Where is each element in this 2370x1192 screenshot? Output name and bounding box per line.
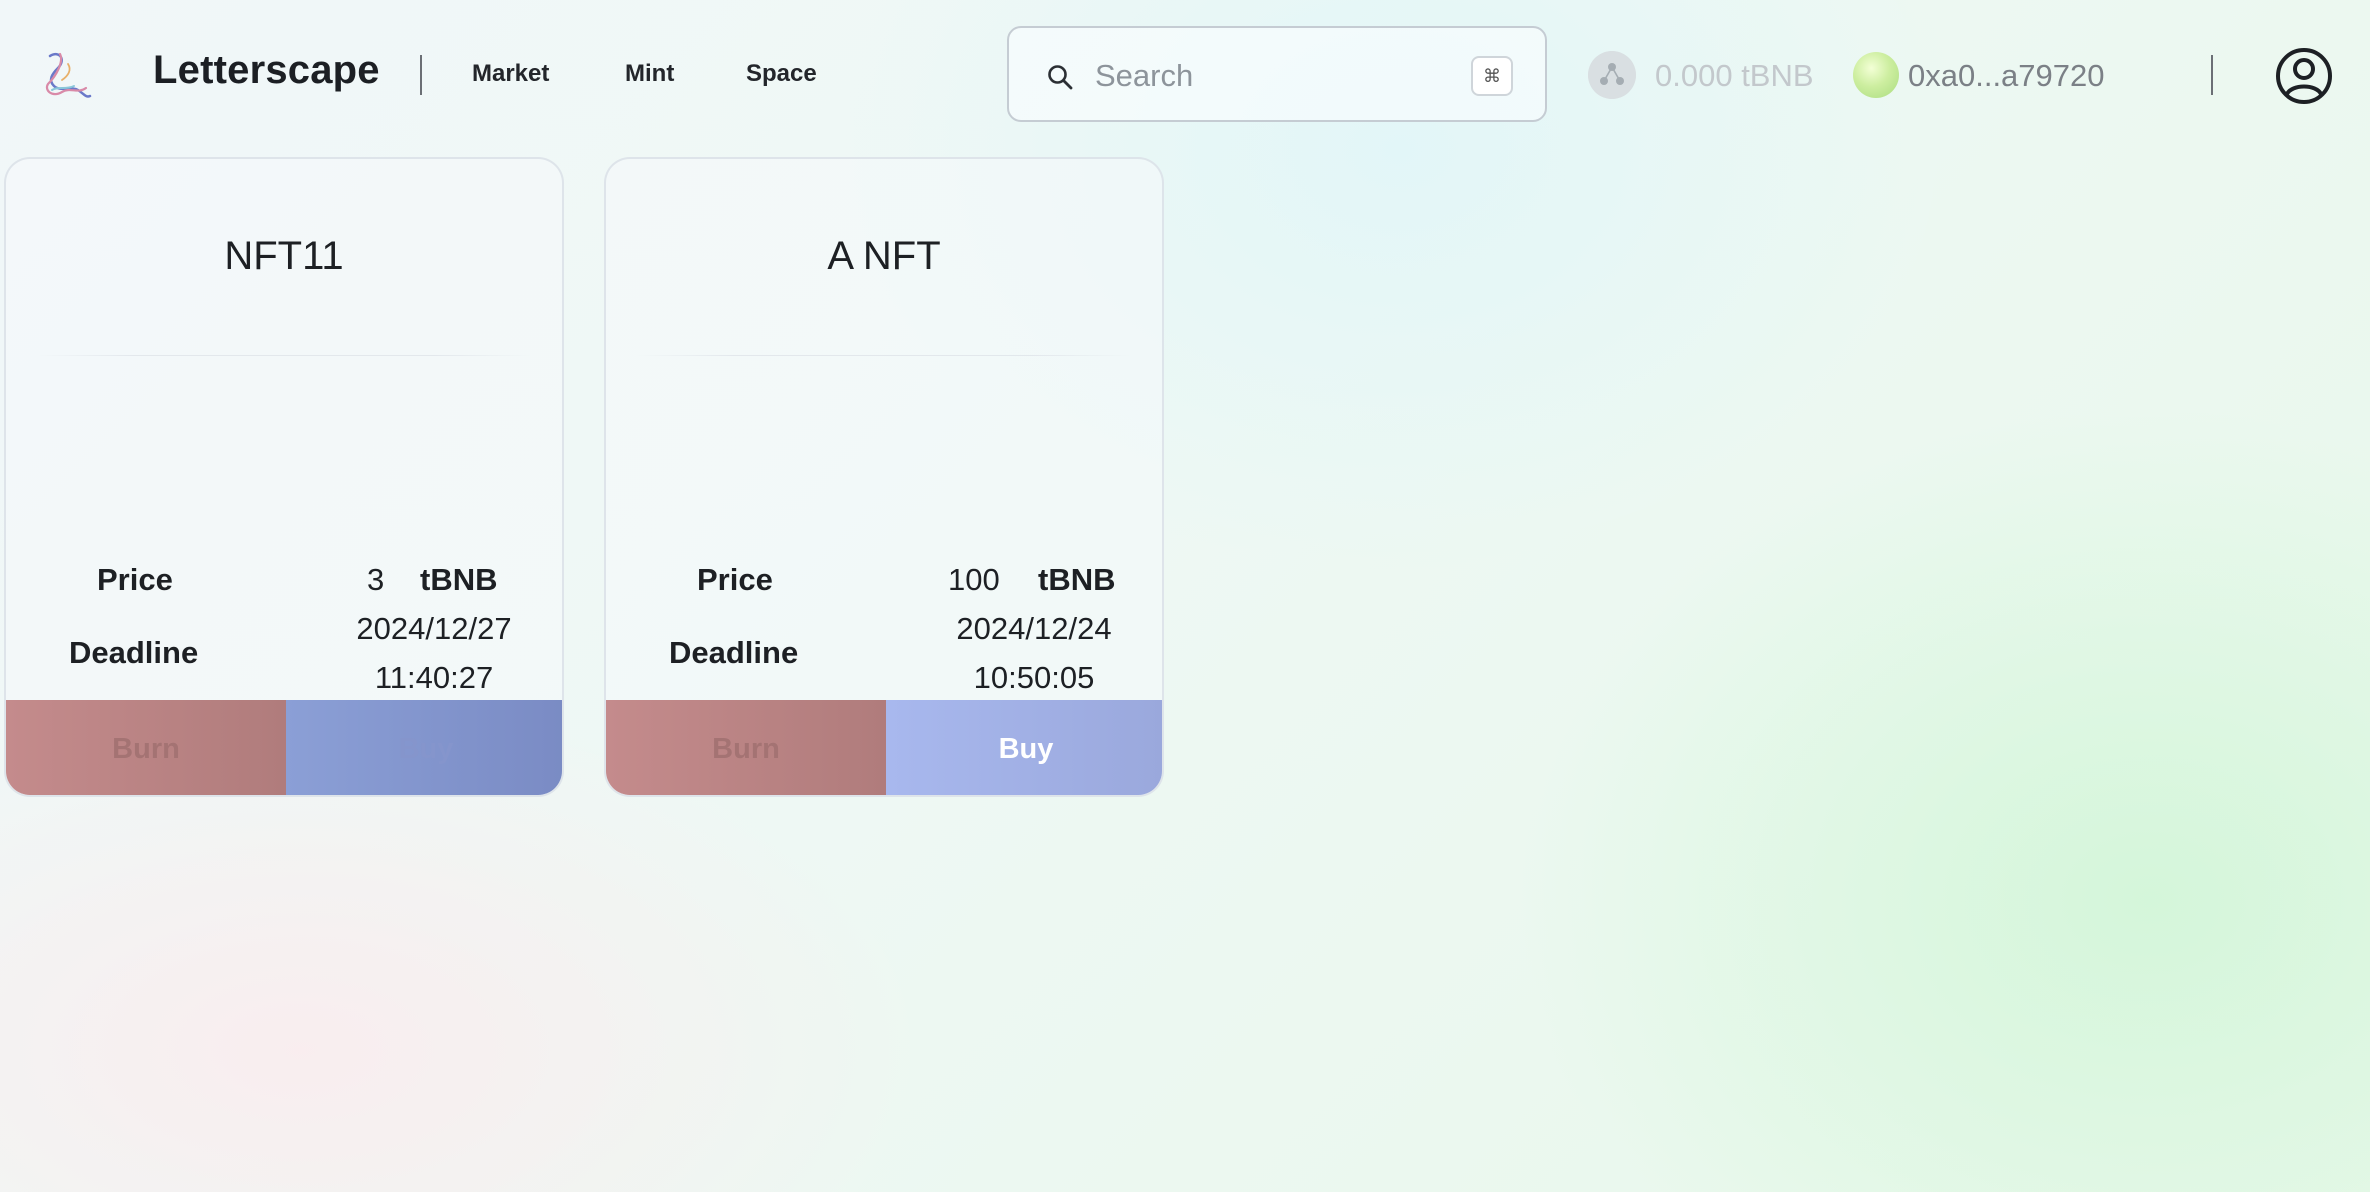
search-icon — [1048, 65, 1073, 90]
brand-divider — [420, 55, 422, 95]
burn-button[interactable]: Burn — [606, 700, 886, 795]
wallet-avatar[interactable] — [1853, 52, 1899, 98]
nft-card: A NFT Price 100 tBNB Deadline 2024/12/24… — [604, 157, 1164, 797]
price-unit: tBNB — [1038, 562, 1116, 597]
wallet-address[interactable]: 0xa0...a79720 — [1908, 58, 2105, 94]
command-shortcut-badge: ⌘ — [1471, 56, 1513, 96]
burn-button[interactable]: Burn — [6, 700, 286, 795]
price-value: 3 — [367, 562, 385, 597]
deadline-date: 2024/12/24 — [956, 611, 1112, 646]
deadline-time: 11:40:27 — [374, 660, 494, 695]
buy-button[interactable]: Buy — [886, 700, 1162, 795]
user-profile-icon[interactable] — [2274, 46, 2334, 106]
search-input[interactable] — [1093, 52, 1457, 100]
nft-card: NFT11 Price 3 tBNB Deadline 2024/12/27 1… — [4, 157, 564, 797]
header-divider — [2211, 55, 2213, 95]
token-balance: 0.000 tBNB — [1655, 58, 1814, 93]
deadline-date: 2024/12/27 — [356, 611, 512, 646]
search-box[interactable]: ⌘ — [1007, 26, 1547, 122]
top-navbar: Letterscape Market Mint Space ⌘ 0.000 tB… — [0, 0, 2370, 150]
nav-mint[interactable]: Mint — [625, 60, 674, 88]
nft-title: NFT11 — [224, 234, 344, 278]
buy-button[interactable]: Buy — [286, 700, 562, 795]
nft-title: A NFT — [827, 234, 941, 278]
brand-name[interactable]: Letterscape — [153, 48, 380, 93]
card-divider — [636, 355, 1132, 356]
network-icon[interactable] — [1588, 51, 1636, 99]
nav-space[interactable]: Space — [746, 60, 817, 88]
deadline-label: Deadline — [669, 635, 799, 670]
deadline-time: 10:50:05 — [973, 660, 1095, 695]
deadline-label: Deadline — [69, 635, 199, 670]
card-divider — [36, 355, 532, 356]
price-unit: tBNB — [420, 562, 498, 597]
nav-market[interactable]: Market — [472, 60, 549, 88]
price-value: 100 — [948, 562, 1000, 597]
price-label: Price — [697, 562, 773, 597]
letterscape-logo-icon[interactable] — [38, 46, 98, 106]
price-label: Price — [97, 562, 173, 597]
